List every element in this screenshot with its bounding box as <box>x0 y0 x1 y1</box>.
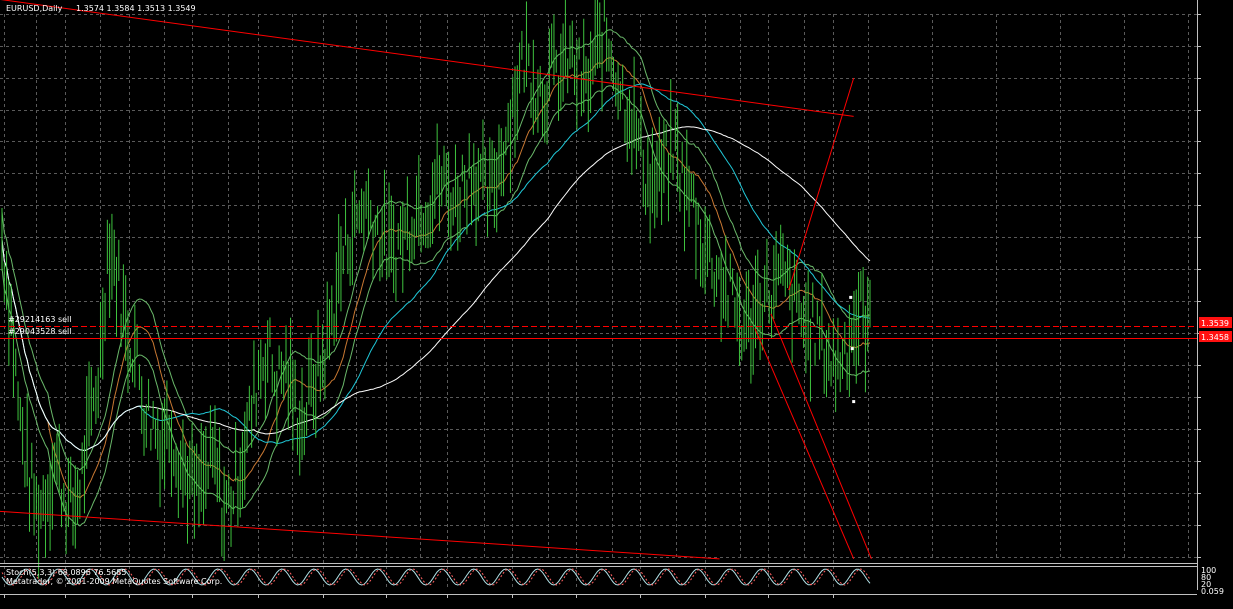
stoch-scale-min: 0.059 <box>1201 587 1224 596</box>
order-label-2[interactable]: #29043528 sell <box>8 327 72 336</box>
price-tag-1: 1.3539 <box>1201 319 1229 328</box>
chart-ohlc-label: 1.3574 1.3584 1.3513 1.3549 <box>76 4 196 13</box>
chart-window[interactable]: EURUSD,Daily 1.3574 1.3584 1.3513 1.3549… <box>0 0 1233 609</box>
price-tag-2: 1.3458 <box>1201 333 1229 342</box>
stoch-label: Stoch(5,3,3) 68.0896 76.5685 <box>6 568 126 577</box>
projection-point <box>849 295 853 299</box>
order-label-1[interactable]: #29214163 sell <box>8 315 72 324</box>
copyright-label: Metatrader, © 2001-2009 MetaQuotes Softw… <box>6 577 222 586</box>
chart-background <box>0 0 1233 609</box>
chart-symbol-label: EURUSD,Daily <box>6 4 63 13</box>
projection-point <box>850 347 854 351</box>
projection-point <box>852 400 856 404</box>
